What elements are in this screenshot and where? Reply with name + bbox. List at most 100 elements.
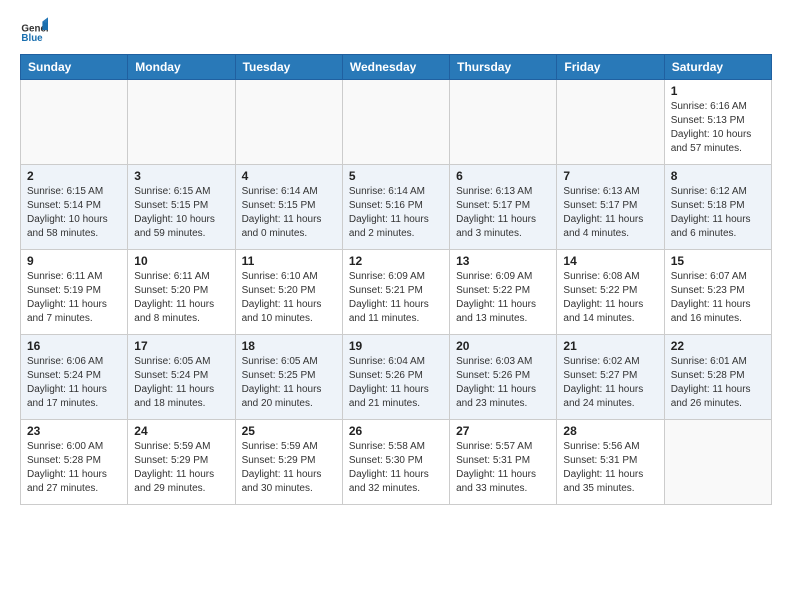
- logo: General Blue: [20, 16, 52, 44]
- day-number: 16: [27, 339, 121, 353]
- day-number: 21: [563, 339, 657, 353]
- day-number: 26: [349, 424, 443, 438]
- calendar-cell: 2 Sunrise: 6:15 AM Sunset: 5:14 PM Daylig…: [21, 165, 128, 250]
- calendar-cell: 21 Sunrise: 6:02 AM Sunset: 5:27 PM Dayli…: [557, 335, 664, 420]
- day-number: 7: [563, 169, 657, 183]
- calendar-cell: 13 Sunrise: 6:09 AM Sunset: 5:22 PM Dayli…: [450, 250, 557, 335]
- day-number: 6: [456, 169, 550, 183]
- day-info: Sunrise: 6:04 AM Sunset: 5:26 PM Dayligh…: [349, 355, 443, 411]
- week-row-3: 9 Sunrise: 6:11 AM Sunset: 5:19 PM Daylig…: [21, 250, 772, 335]
- calendar-cell: 25 Sunrise: 5:59 AM Sunset: 5:29 PM Dayli…: [235, 420, 342, 505]
- calendar-cell: 9 Sunrise: 6:11 AM Sunset: 5:19 PM Daylig…: [21, 250, 128, 335]
- day-number: 14: [563, 254, 657, 268]
- calendar-cell: 10 Sunrise: 6:11 AM Sunset: 5:20 PM Dayli…: [128, 250, 235, 335]
- day-number: 9: [27, 254, 121, 268]
- weekday-header-wednesday: Wednesday: [342, 55, 449, 80]
- day-info: Sunrise: 6:12 AM Sunset: 5:18 PM Dayligh…: [671, 185, 765, 241]
- weekday-header-saturday: Saturday: [664, 55, 771, 80]
- calendar-cell: 12 Sunrise: 6:09 AM Sunset: 5:21 PM Dayli…: [342, 250, 449, 335]
- day-info: Sunrise: 6:03 AM Sunset: 5:26 PM Dayligh…: [456, 355, 550, 411]
- calendar-cell: 16 Sunrise: 6:06 AM Sunset: 5:24 PM Dayli…: [21, 335, 128, 420]
- calendar-cell: 15 Sunrise: 6:07 AM Sunset: 5:23 PM Dayli…: [664, 250, 771, 335]
- calendar-cell: 17 Sunrise: 6:05 AM Sunset: 5:24 PM Dayli…: [128, 335, 235, 420]
- day-info: Sunrise: 6:02 AM Sunset: 5:27 PM Dayligh…: [563, 355, 657, 411]
- day-info: Sunrise: 6:09 AM Sunset: 5:22 PM Dayligh…: [456, 270, 550, 326]
- day-number: 5: [349, 169, 443, 183]
- calendar-cell: [450, 80, 557, 165]
- calendar-cell: 6 Sunrise: 6:13 AM Sunset: 5:17 PM Daylig…: [450, 165, 557, 250]
- day-info: Sunrise: 6:09 AM Sunset: 5:21 PM Dayligh…: [349, 270, 443, 326]
- day-info: Sunrise: 6:13 AM Sunset: 5:17 PM Dayligh…: [456, 185, 550, 241]
- day-number: 25: [242, 424, 336, 438]
- header: General Blue: [20, 16, 772, 44]
- calendar-cell: 1 Sunrise: 6:16 AM Sunset: 5:13 PM Daylig…: [664, 80, 771, 165]
- day-number: 10: [134, 254, 228, 268]
- calendar-cell: [557, 80, 664, 165]
- day-info: Sunrise: 6:14 AM Sunset: 5:16 PM Dayligh…: [349, 185, 443, 241]
- day-number: 2: [27, 169, 121, 183]
- day-info: Sunrise: 6:05 AM Sunset: 5:25 PM Dayligh…: [242, 355, 336, 411]
- calendar-cell: 22 Sunrise: 6:01 AM Sunset: 5:28 PM Dayli…: [664, 335, 771, 420]
- calendar-cell: 7 Sunrise: 6:13 AM Sunset: 5:17 PM Daylig…: [557, 165, 664, 250]
- day-info: Sunrise: 6:13 AM Sunset: 5:17 PM Dayligh…: [563, 185, 657, 241]
- weekday-header-friday: Friday: [557, 55, 664, 80]
- calendar-cell: 19 Sunrise: 6:04 AM Sunset: 5:26 PM Dayli…: [342, 335, 449, 420]
- day-info: Sunrise: 6:11 AM Sunset: 5:20 PM Dayligh…: [134, 270, 228, 326]
- day-number: 3: [134, 169, 228, 183]
- day-number: 1: [671, 84, 765, 98]
- calendar-table: SundayMondayTuesdayWednesdayThursdayFrid…: [20, 54, 772, 505]
- calendar-cell: 24 Sunrise: 5:59 AM Sunset: 5:29 PM Dayli…: [128, 420, 235, 505]
- calendar-cell: 3 Sunrise: 6:15 AM Sunset: 5:15 PM Daylig…: [128, 165, 235, 250]
- day-number: 11: [242, 254, 336, 268]
- day-number: 19: [349, 339, 443, 353]
- calendar-cell: 8 Sunrise: 6:12 AM Sunset: 5:18 PM Daylig…: [664, 165, 771, 250]
- day-number: 27: [456, 424, 550, 438]
- calendar-cell: 27 Sunrise: 5:57 AM Sunset: 5:31 PM Dayli…: [450, 420, 557, 505]
- day-number: 8: [671, 169, 765, 183]
- day-info: Sunrise: 6:11 AM Sunset: 5:19 PM Dayligh…: [27, 270, 121, 326]
- day-info: Sunrise: 5:59 AM Sunset: 5:29 PM Dayligh…: [134, 440, 228, 496]
- day-number: 23: [27, 424, 121, 438]
- day-number: 13: [456, 254, 550, 268]
- day-number: 24: [134, 424, 228, 438]
- day-info: Sunrise: 6:06 AM Sunset: 5:24 PM Dayligh…: [27, 355, 121, 411]
- day-info: Sunrise: 6:01 AM Sunset: 5:28 PM Dayligh…: [671, 355, 765, 411]
- calendar-cell: [235, 80, 342, 165]
- weekday-header-row: SundayMondayTuesdayWednesdayThursdayFrid…: [21, 55, 772, 80]
- weekday-header-monday: Monday: [128, 55, 235, 80]
- week-row-5: 23 Sunrise: 6:00 AM Sunset: 5:28 PM Dayli…: [21, 420, 772, 505]
- day-info: Sunrise: 6:05 AM Sunset: 5:24 PM Dayligh…: [134, 355, 228, 411]
- weekday-header-thursday: Thursday: [450, 55, 557, 80]
- calendar-cell: [128, 80, 235, 165]
- day-number: 22: [671, 339, 765, 353]
- day-info: Sunrise: 6:00 AM Sunset: 5:28 PM Dayligh…: [27, 440, 121, 496]
- week-row-2: 2 Sunrise: 6:15 AM Sunset: 5:14 PM Daylig…: [21, 165, 772, 250]
- day-number: 15: [671, 254, 765, 268]
- day-info: Sunrise: 5:57 AM Sunset: 5:31 PM Dayligh…: [456, 440, 550, 496]
- svg-text:Blue: Blue: [21, 33, 43, 44]
- day-number: 17: [134, 339, 228, 353]
- calendar-cell: [342, 80, 449, 165]
- day-number: 12: [349, 254, 443, 268]
- day-info: Sunrise: 6:15 AM Sunset: 5:15 PM Dayligh…: [134, 185, 228, 241]
- week-row-1: 1 Sunrise: 6:16 AM Sunset: 5:13 PM Daylig…: [21, 80, 772, 165]
- generalblue-icon: General Blue: [20, 16, 48, 44]
- calendar-cell: 28Sunrise: 5:56 AM Sunset: 5:31 PM Dayli…: [557, 420, 664, 505]
- calendar-cell: 5 Sunrise: 6:14 AM Sunset: 5:16 PM Daylig…: [342, 165, 449, 250]
- calendar-cell: 23 Sunrise: 6:00 AM Sunset: 5:28 PM Dayli…: [21, 420, 128, 505]
- calendar-cell: 11Sunrise: 6:10 AM Sunset: 5:20 PM Dayli…: [235, 250, 342, 335]
- day-info: Sunrise: 6:08 AM Sunset: 5:22 PM Dayligh…: [563, 270, 657, 326]
- day-info: Sunrise: 5:56 AM Sunset: 5:31 PM Dayligh…: [563, 440, 657, 496]
- week-row-4: 16 Sunrise: 6:06 AM Sunset: 5:24 PM Dayli…: [21, 335, 772, 420]
- day-info: Sunrise: 5:59 AM Sunset: 5:29 PM Dayligh…: [242, 440, 336, 496]
- day-info: Sunrise: 6:16 AM Sunset: 5:13 PM Dayligh…: [671, 100, 765, 156]
- calendar-cell: 4Sunrise: 6:14 AM Sunset: 5:15 PM Daylig…: [235, 165, 342, 250]
- calendar-cell: 20 Sunrise: 6:03 AM Sunset: 5:26 PM Dayli…: [450, 335, 557, 420]
- day-number: 18: [242, 339, 336, 353]
- day-number: 20: [456, 339, 550, 353]
- page: General Blue SundayMondayTuesdayWednesda…: [0, 0, 792, 612]
- day-info: Sunrise: 6:07 AM Sunset: 5:23 PM Dayligh…: [671, 270, 765, 326]
- calendar-cell: 26Sunrise: 5:58 AM Sunset: 5:30 PM Dayli…: [342, 420, 449, 505]
- weekday-header-sunday: Sunday: [21, 55, 128, 80]
- day-info: Sunrise: 6:15 AM Sunset: 5:14 PM Dayligh…: [27, 185, 121, 241]
